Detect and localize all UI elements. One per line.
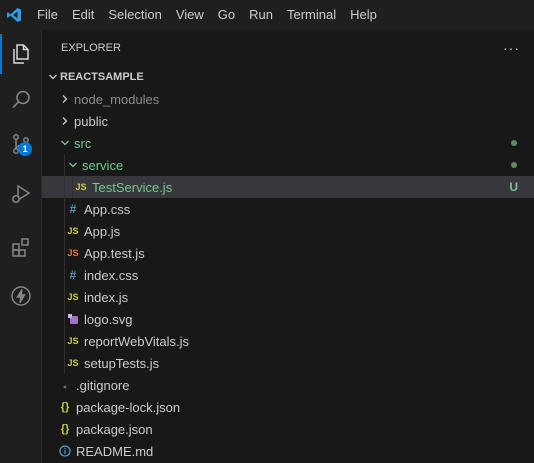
- tree-item-label: src: [74, 135, 92, 151]
- project-header[interactable]: REACTSAMPLE: [42, 66, 534, 88]
- menu-run[interactable]: Run: [242, 0, 280, 30]
- explorer-title: EXPLORER: [61, 41, 121, 54]
- chevron-down-icon: [58, 132, 72, 154]
- run-debug-icon[interactable]: [0, 172, 41, 216]
- tree-item-index-css[interactable]: # index.css: [42, 264, 534, 286]
- thunder-client-icon[interactable]: [0, 274, 41, 318]
- git-file-icon: [56, 374, 74, 396]
- javascript-file-icon: JS: [67, 358, 79, 368]
- modified-dot-icon: [511, 140, 517, 146]
- javascript-file-icon: JS: [67, 292, 79, 302]
- tree-item-label: setupTests.js: [84, 355, 160, 371]
- untracked-status-badge: U: [509, 180, 518, 194]
- tree-item-label: App.test.js: [84, 245, 145, 261]
- explorer-header: EXPLORER ···: [42, 30, 534, 65]
- chevron-down-icon: [46, 66, 60, 88]
- source-control-icon[interactable]: 1: [0, 122, 41, 166]
- indent-guide: [64, 242, 65, 264]
- indent-guide: [64, 286, 65, 308]
- tree-item-label: public: [74, 113, 108, 129]
- tree-item-label: logo.svg: [84, 311, 133, 327]
- tree-item-label: service: [82, 157, 124, 173]
- tree-item-setuptests-js[interactable]: JS setupTests.js: [42, 352, 534, 374]
- tree-item-label: node_modules: [74, 91, 160, 107]
- tree-item-label: package-lock.json: [76, 399, 181, 415]
- menu-go[interactable]: Go: [211, 0, 242, 30]
- file-tree: node_modules public src service JS TestS…: [42, 88, 534, 462]
- tree-item-label: .gitignore: [76, 377, 130, 393]
- tree-item-service[interactable]: service: [42, 154, 534, 176]
- tree-item-index-js[interactable]: JS index.js: [42, 286, 534, 308]
- chevron-right-icon: [58, 110, 72, 132]
- chevron-down-icon: [66, 154, 80, 176]
- indent-guide: [64, 198, 65, 220]
- javascript-file-icon: JS: [67, 226, 79, 236]
- menu-terminal[interactable]: Terminal: [280, 0, 343, 30]
- tree-item-label: App.css: [84, 201, 131, 217]
- vscode-logo-icon: [4, 5, 24, 25]
- menu-file[interactable]: File: [30, 0, 65, 30]
- indent-guide: [64, 264, 65, 286]
- indent-guide: [64, 330, 65, 352]
- indent-guide: [64, 308, 65, 330]
- tree-item-reportwebvitals-js[interactable]: JS reportWebVitals.js: [42, 330, 534, 352]
- tree-item-label: reportWebVitals.js: [84, 333, 190, 349]
- javascript-file-icon: JS: [67, 336, 79, 346]
- javascript-file-icon: JS: [75, 182, 87, 192]
- chevron-right-icon: [58, 88, 72, 110]
- menu-view[interactable]: View: [169, 0, 211, 30]
- tree-item-src[interactable]: src: [42, 132, 534, 154]
- tree-item-gitignore[interactable]: .gitignore: [42, 374, 534, 396]
- tree-item-label: App.js: [84, 223, 121, 239]
- tree-item-app-test-js[interactable]: JS App.test.js: [42, 242, 534, 264]
- indent-guide: [64, 352, 65, 374]
- indent-guide: [64, 176, 65, 198]
- tree-item-label: index.js: [84, 289, 129, 305]
- more-actions-button[interactable]: ···: [503, 40, 520, 56]
- tree-item-app-css[interactable]: # App.css: [42, 198, 534, 220]
- tree-item-app-js[interactable]: JS App.js: [42, 220, 534, 242]
- tree-item-package-json[interactable]: {} package.json: [42, 418, 534, 440]
- modified-dot-icon: [511, 162, 517, 168]
- tree-item-testservice[interactable]: JS TestService.js U: [42, 176, 534, 198]
- extensions-icon[interactable]: [0, 225, 41, 269]
- json-file-icon: {}: [60, 423, 70, 435]
- test-javascript-file-icon: JS: [67, 248, 79, 258]
- tree-item-label: index.css: [84, 267, 139, 283]
- tree-item-logo-svg[interactable]: logo.svg: [42, 308, 534, 330]
- menu-help[interactable]: Help: [343, 0, 384, 30]
- indent-guide: [72, 176, 73, 198]
- explorer-icon[interactable]: [0, 32, 41, 76]
- tree-item-label: README.md: [76, 443, 154, 459]
- menu-edit[interactable]: Edit: [65, 0, 101, 30]
- tree-item-label: TestService.js: [92, 179, 173, 195]
- menu-bar: File Edit Selection View Go Run Terminal…: [0, 0, 534, 30]
- css-file-icon: #: [69, 202, 77, 216]
- indent-guide: [64, 154, 65, 176]
- svg-file-icon: [64, 308, 82, 330]
- css-file-icon: #: [69, 268, 77, 282]
- tree-item-package-lock-json[interactable]: {} package-lock.json: [42, 396, 534, 418]
- info-file-icon: [56, 440, 74, 462]
- search-icon[interactable]: [0, 78, 41, 122]
- tree-item-public[interactable]: public: [42, 110, 534, 132]
- tree-item-label: package.json: [76, 421, 153, 437]
- tree-item-node-modules[interactable]: node_modules: [42, 88, 534, 110]
- source-control-badge: 1: [18, 142, 32, 156]
- activity-bar: 1: [0, 30, 42, 463]
- menu-selection[interactable]: Selection: [101, 0, 168, 30]
- explorer-sidebar: EXPLORER ··· REACTSAMPLE node_modules pu…: [42, 30, 534, 463]
- tree-item-readme-md[interactable]: README.md: [42, 440, 534, 462]
- indent-guide: [64, 220, 65, 242]
- json-file-icon: {}: [60, 401, 70, 413]
- project-name: REACTSAMPLE: [60, 71, 144, 83]
